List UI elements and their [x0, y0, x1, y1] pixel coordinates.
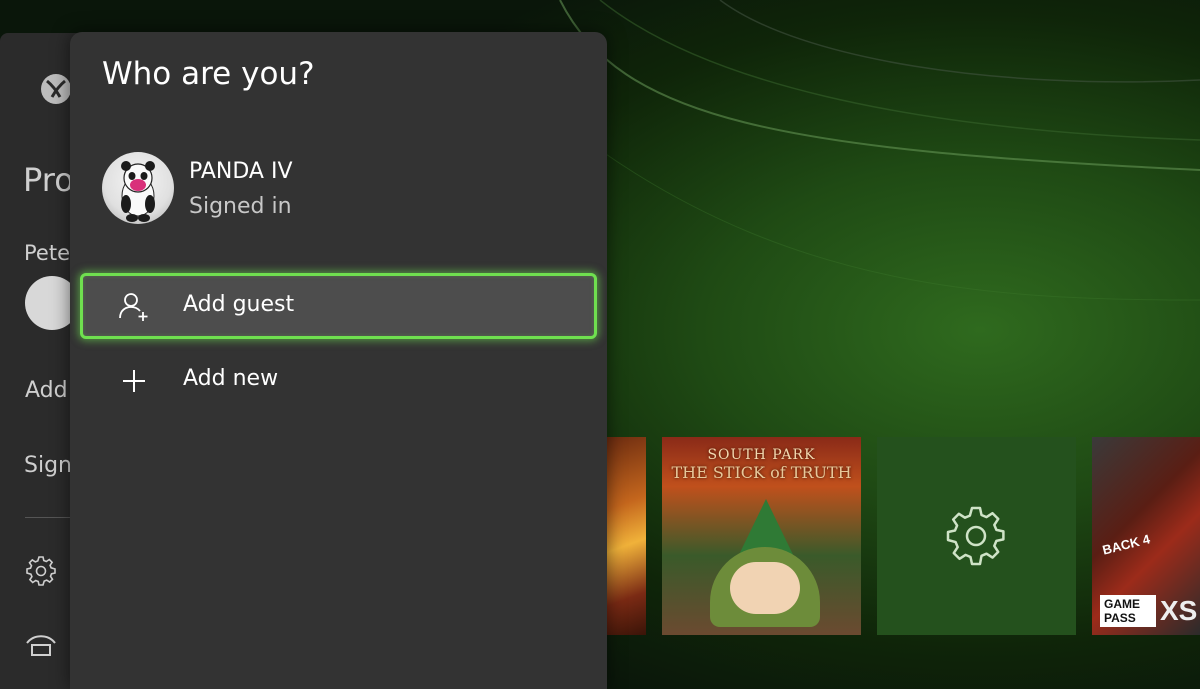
- south-park-title: SOUTH PARK: [707, 447, 816, 463]
- gear-icon[interactable]: [25, 555, 57, 587]
- add-new-button[interactable]: Add new: [80, 347, 597, 413]
- add-guest-label: Add guest: [183, 292, 295, 317]
- profile-panel: Pro Pete Add Sign: [0, 33, 80, 689]
- power-icon[interactable]: [24, 631, 58, 659]
- profile-panel-add[interactable]: Add: [25, 378, 68, 403]
- add-new-label: Add new: [183, 366, 279, 391]
- gear-icon: [946, 506, 1005, 566]
- xs-badge: XS: [1160, 595, 1198, 626]
- add-person-icon: [119, 293, 148, 321]
- who-are-you-dialog: Who are you? PANDA IV Signed in Add gues…: [70, 32, 607, 689]
- avatar: [102, 152, 174, 224]
- profile-status: Signed in: [189, 194, 292, 219]
- character-face-art: [730, 562, 800, 614]
- south-park-subtitle: THE STICK of TRUTH: [671, 463, 852, 482]
- plus-icon: [123, 370, 145, 392]
- back-4-blood-tile[interactable]: BACK 4 GAME PASS XS: [1092, 437, 1200, 635]
- profile-panel-sign[interactable]: Sign: [24, 453, 72, 478]
- settings-tile[interactable]: [877, 437, 1076, 635]
- xbox-logo-icon: [41, 74, 71, 104]
- profile-panel-title: Pro: [23, 161, 74, 199]
- profile-name: PANDA IV: [189, 159, 293, 184]
- panda-avatar-icon: [121, 161, 155, 222]
- add-guest-button[interactable]: Add guest: [80, 273, 597, 339]
- back-4-blood-title: BACK 4: [1100, 531, 1152, 558]
- south-park-tile[interactable]: SOUTH PARK THE STICK of TRUTH: [662, 437, 861, 635]
- profile-panel-name: Pete: [24, 241, 70, 265]
- dialog-title: Who are you?: [102, 56, 315, 92]
- game-pass-badge: GAME PASS: [1100, 595, 1156, 627]
- signed-in-profile[interactable]: PANDA IV Signed in: [102, 152, 572, 226]
